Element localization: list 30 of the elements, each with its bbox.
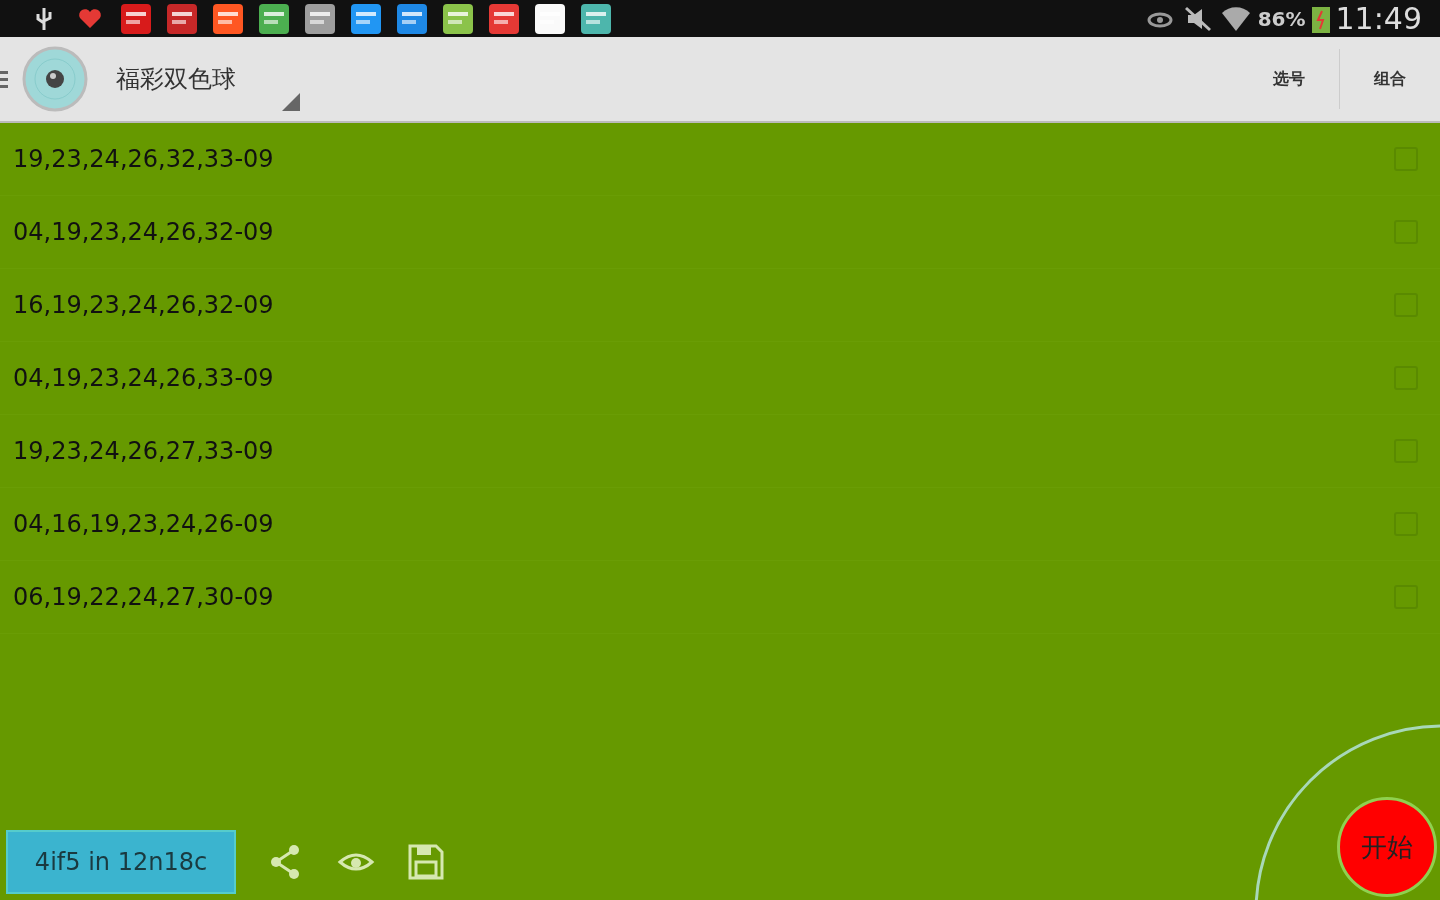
save-icon[interactable] — [406, 842, 446, 882]
number-combination: 04,19,23,24,26,32-09 — [13, 218, 274, 246]
number-combination: 19,23,24,26,32,33-09 — [13, 145, 274, 173]
battery-percent: 86% — [1257, 6, 1306, 31]
start-button[interactable]: 开始 — [1337, 797, 1437, 897]
app-icon — [580, 3, 612, 34]
action-button[interactable]: 选号 — [1239, 49, 1339, 109]
app-icon — [166, 3, 198, 34]
number-combination: 06,19,22,24,27,30-09 — [13, 583, 274, 611]
app-icon — [304, 3, 336, 34]
app-icon — [350, 3, 382, 34]
number-combination: 04,16,19,23,24,26-09 — [13, 510, 274, 538]
action-button[interactable]: 组合 — [1340, 49, 1440, 109]
app-icon — [212, 3, 244, 34]
app-icon — [396, 3, 428, 34]
app-icon — [258, 3, 290, 34]
app-icon — [534, 3, 566, 34]
number-combination: 16,19,23,24,26,32-09 — [13, 291, 274, 319]
app-icon — [120, 3, 152, 34]
logo-icon — [22, 46, 88, 112]
app-icon — [442, 3, 474, 34]
number-combination: 19,23,24,26,27,33-09 — [13, 437, 274, 465]
battery-icon — [1311, 4, 1330, 33]
summary-button[interactable]: 4if5 in 12n18c — [6, 830, 236, 894]
clock: 11:49 — [1335, 1, 1422, 36]
lottery-title[interactable]: 福彩双色球 — [116, 63, 236, 95]
menu-icon[interactable] — [0, 69, 8, 89]
dropdown-icon[interactable] — [282, 93, 300, 111]
number-combination: 04,19,23,24,26,33-09 — [13, 364, 274, 392]
app-icon — [488, 3, 520, 34]
